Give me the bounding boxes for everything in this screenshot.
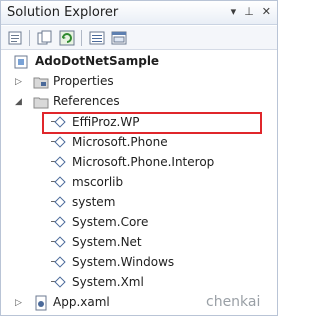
reference-label: System.Core xyxy=(72,215,149,229)
view-designer-icon[interactable] xyxy=(111,30,127,46)
view-code-icon[interactable] xyxy=(89,30,105,46)
reference-label: Microsoft.Phone xyxy=(72,135,168,149)
reference-item[interactable]: Microsoft.Phone.Interop xyxy=(1,154,277,172)
tree-item-references[interactable]: ◢ References xyxy=(1,93,277,111)
expand-icon[interactable]: ▷ xyxy=(15,76,25,88)
reference-item[interactable]: mscorlib xyxy=(1,174,277,192)
tree-item-label: Properties xyxy=(53,74,114,88)
title-buttons: ▾ ⊥ ✕ xyxy=(231,5,271,18)
reference-item[interactable]: System.Core xyxy=(1,214,277,232)
toolbar-separator xyxy=(81,30,82,46)
references-folder-icon xyxy=(33,97,49,109)
project-node[interactable]: AdoDotNetSample xyxy=(1,53,277,71)
solution-explorer-panel: Solution Explorer ▾ ⊥ ✕ AdoDotNetSample … xyxy=(0,0,278,316)
xaml-file-icon xyxy=(35,295,47,311)
reference-label: System.Net xyxy=(72,235,142,249)
solution-toolbar xyxy=(1,26,277,50)
highlight-box xyxy=(42,112,262,134)
expand-icon[interactable]: ▷ xyxy=(15,297,25,309)
project-icon xyxy=(14,55,28,69)
pin-icon[interactable]: ⊥ xyxy=(244,5,254,18)
panel-title: Solution Explorer xyxy=(7,5,119,20)
dropdown-icon[interactable]: ▾ xyxy=(231,5,237,18)
reference-icon xyxy=(51,176,66,188)
tree-item-label: References xyxy=(53,94,120,108)
reference-item[interactable]: System.Windows xyxy=(1,254,277,272)
panel-title-bar: Solution Explorer ▾ ⊥ ✕ xyxy=(1,1,277,25)
collapse-icon[interactable]: ◢ xyxy=(15,96,25,108)
refresh-icon[interactable] xyxy=(59,30,75,46)
properties-icon[interactable] xyxy=(7,30,23,46)
reference-icon xyxy=(51,236,66,248)
close-icon[interactable]: ✕ xyxy=(262,5,271,18)
reference-label: mscorlib xyxy=(72,175,124,189)
reference-icon xyxy=(51,256,66,268)
toolbar-separator xyxy=(29,30,30,46)
tree-item-label: App.xaml xyxy=(53,295,110,309)
reference-label: Microsoft.Phone.Interop xyxy=(72,155,215,169)
tree-item-properties[interactable]: ▷ Properties xyxy=(1,73,277,91)
reference-item[interactable]: system xyxy=(1,194,277,212)
reference-item[interactable]: System.Net xyxy=(1,234,277,252)
reference-label: System.Xml xyxy=(72,275,144,289)
reference-item[interactable]: Microsoft.Phone xyxy=(1,134,277,152)
reference-icon xyxy=(51,156,66,168)
watermark-text: chenkai xyxy=(206,294,261,310)
reference-icon xyxy=(51,196,66,208)
reference-label: system xyxy=(72,195,116,209)
reference-icon xyxy=(51,216,66,228)
reference-icon xyxy=(51,276,66,288)
properties-folder-icon xyxy=(33,77,49,89)
reference-icon xyxy=(51,136,66,148)
reference-item[interactable]: System.Xml xyxy=(1,274,277,292)
show-all-files-icon[interactable] xyxy=(37,30,53,46)
project-label: AdoDotNetSample xyxy=(35,54,160,68)
reference-label: System.Windows xyxy=(72,255,175,269)
